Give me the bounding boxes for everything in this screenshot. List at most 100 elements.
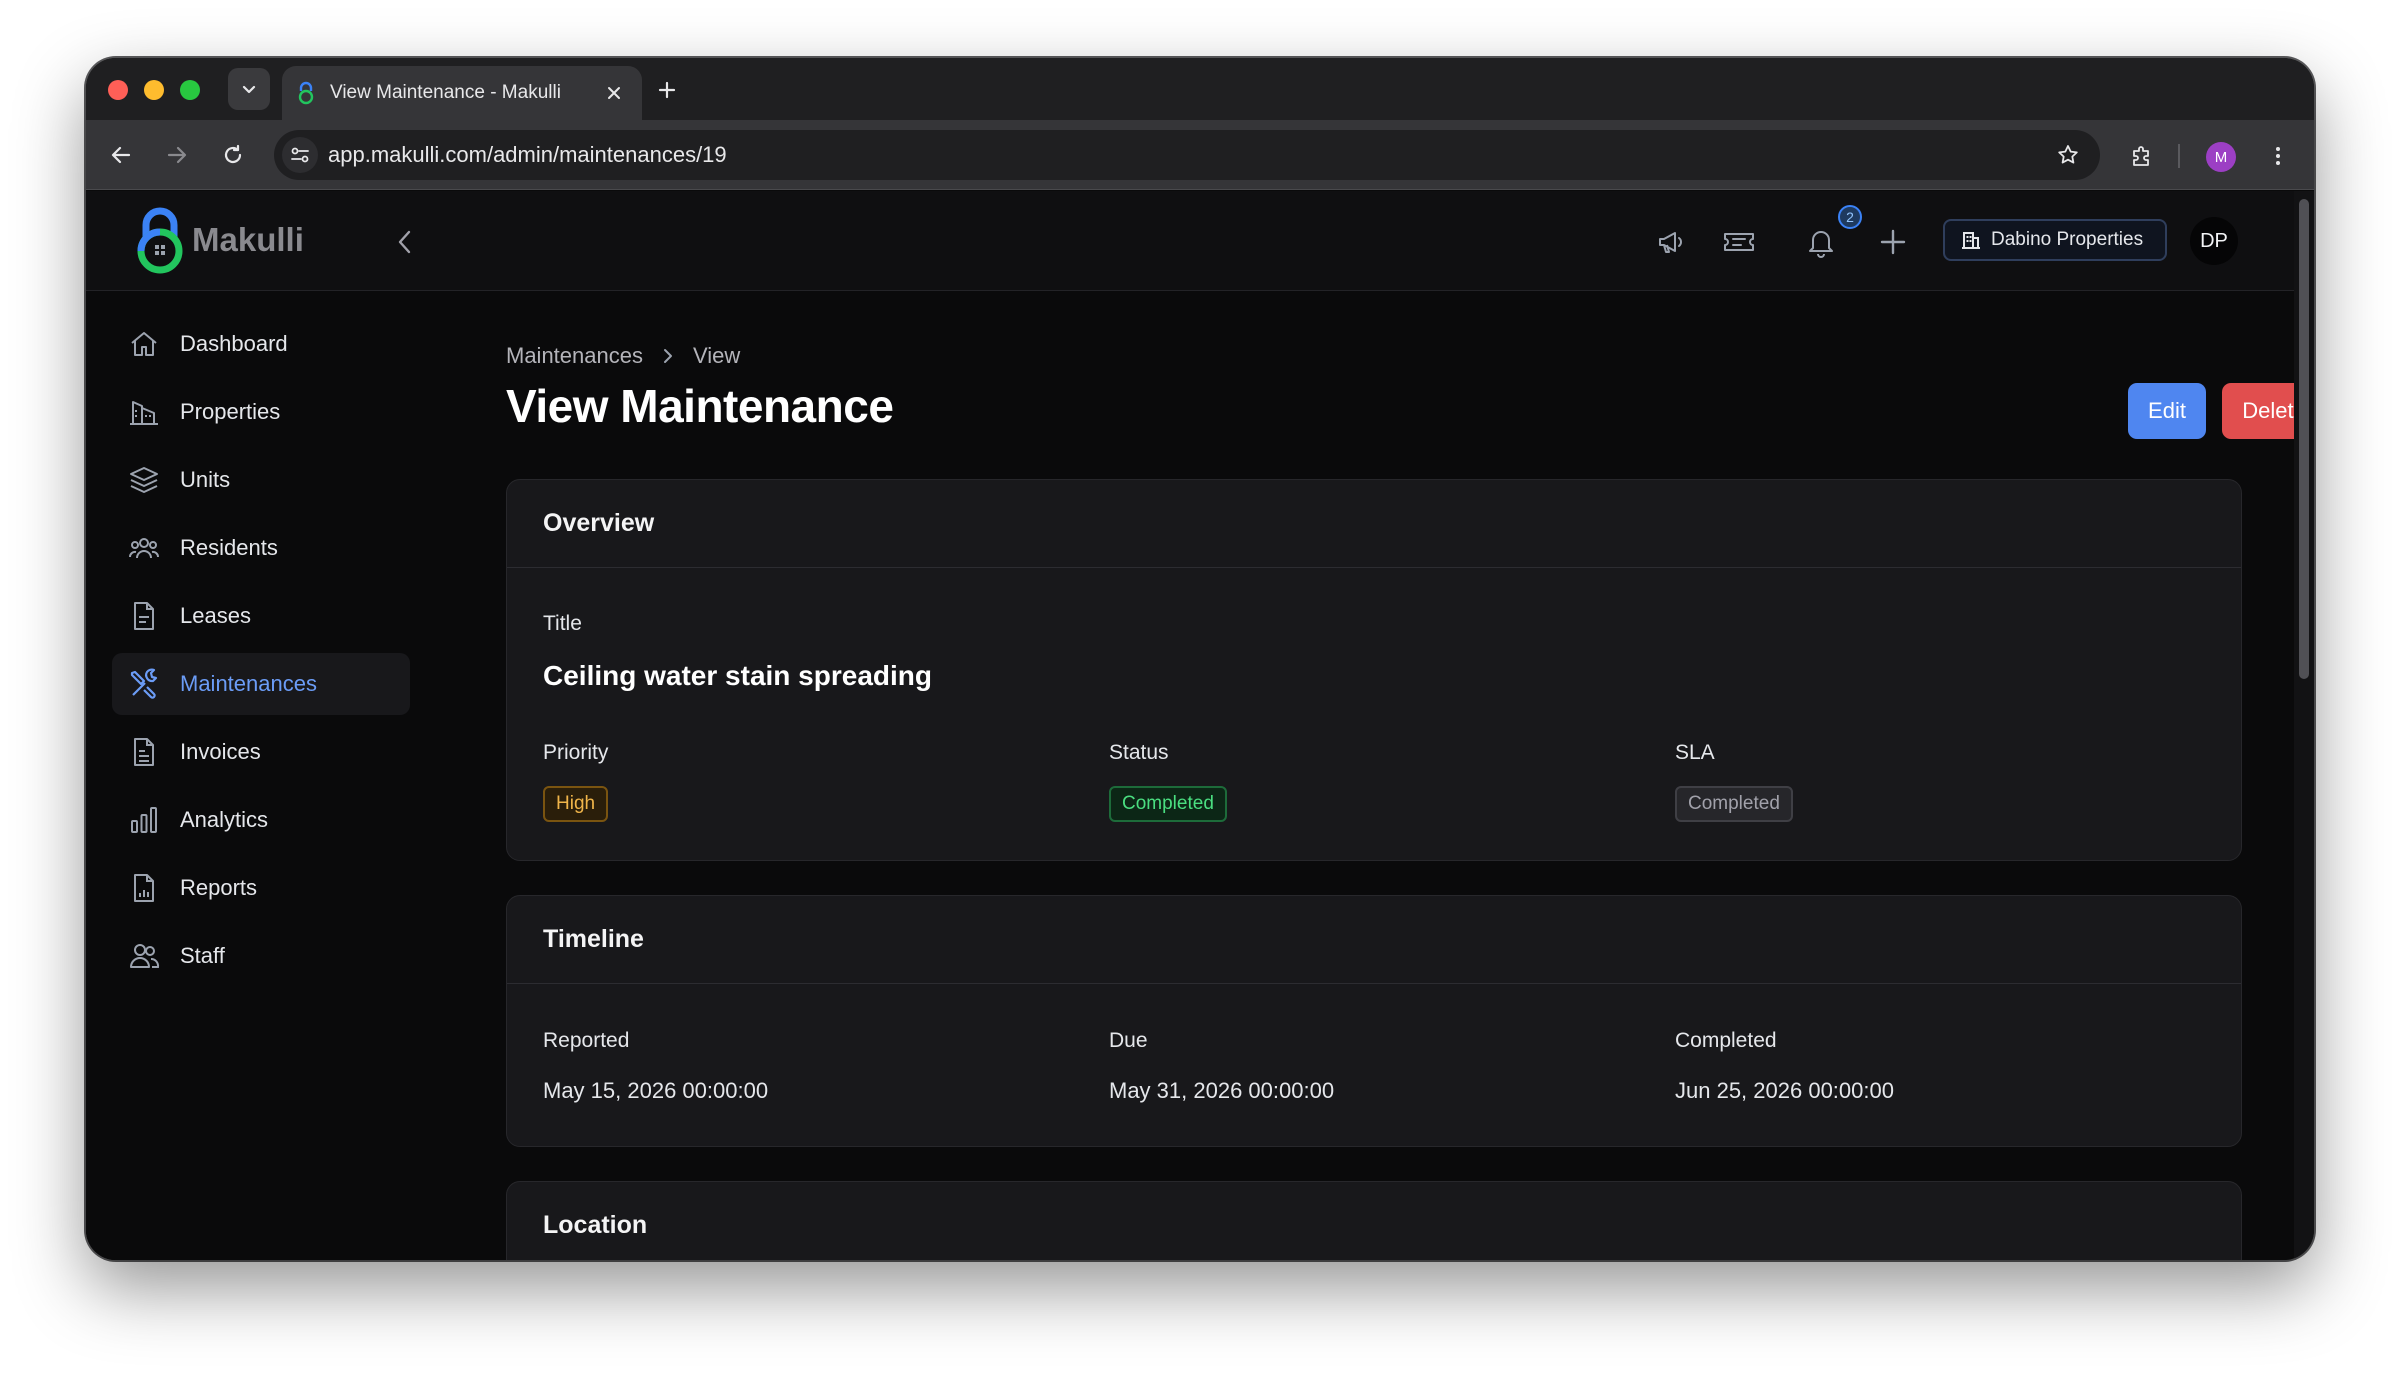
new-tab-button[interactable] [652,75,682,105]
overview-heading: Overview [543,509,655,537]
address-bar[interactable]: app.makulli.com/admin/maintenances/19 [274,130,2100,180]
reload-icon [224,144,242,164]
tab-search-button[interactable] [228,68,270,110]
megaphone-icon [1659,232,1682,253]
plus-icon [658,81,676,99]
report-icon [126,870,162,906]
organization-switcher[interactable]: Dabino Properties [1943,219,2167,261]
sidebar-item-label: Residents [180,535,278,560]
arrow-right-icon [167,146,187,164]
status-badge: Completed [1109,786,1227,822]
collapse-sidebar-button[interactable] [388,225,422,259]
sidebar-item-residents[interactable]: Residents [112,517,410,579]
delete-button[interactable]: Delete [2222,383,2294,439]
forward-button[interactable] [162,140,192,170]
home-icon [126,326,162,362]
location-card: Location [506,1181,2242,1260]
chevron-left-icon [398,230,411,254]
star-icon [2058,145,2078,164]
user-avatar[interactable]: DP [2190,217,2238,265]
building-icon [1962,232,1980,249]
close-window-button[interactable] [108,80,128,100]
sidebar-item-units[interactable]: Units [112,449,410,511]
scrollbar-thumb[interactable] [2299,199,2309,679]
sidebar-item-maintenances[interactable]: Maintenances [112,653,410,715]
browser-toolbar: app.makulli.com/admin/maintenances/19 M [86,120,2314,190]
completed-value: Jun 25, 2026 00:00:00 [1675,1078,1894,1103]
sidebar-item-dashboard[interactable]: Dashboard [112,313,410,375]
sidebar-item-leases[interactable]: Leases [112,585,410,647]
sidebar-item-label: Invoices [180,739,261,764]
due-value: May 31, 2026 00:00:00 [1109,1078,1335,1103]
reported-value: May 15, 2026 00:00:00 [543,1078,769,1103]
announcements-button[interactable] [1652,223,1690,261]
sidebar-item-label: Staff [180,943,225,968]
app-logo[interactable]: Makulli [130,205,304,275]
overview-card: Overview Title Ceiling water stain sprea… [506,479,2242,861]
completed-label: Completed [1675,1029,1777,1052]
site-info-button[interactable] [282,137,318,173]
sidebar: Dashboard Properties Units Residents Lea… [86,291,416,1260]
close-icon [608,87,620,99]
page-title: View Maintenance [506,380,894,432]
tools-icon [126,666,162,702]
location-heading: Location [543,1211,648,1239]
tickets-button[interactable] [1720,223,1758,261]
browser-menu-button[interactable] [2262,140,2294,172]
bar-chart-icon [126,802,162,838]
arrow-left-icon [111,146,131,164]
tab-close-button[interactable] [600,79,628,107]
bookmark-button[interactable] [2048,135,2088,175]
url-text: app.makulli.com/admin/maintenances/19 [328,142,727,167]
timeline-card-header: Timeline [507,896,2241,984]
quick-add-button[interactable] [1874,223,1912,261]
overview-card-header: Overview [507,480,2241,568]
staff-icon [126,938,162,974]
sla-label: SLA [1675,741,1715,764]
bell-icon [1809,231,1833,258]
document-icon [126,598,162,634]
organization-name: Dabino Properties [1991,229,2144,250]
more-vertical-icon [2276,147,2280,165]
makulli-favicon-icon [298,81,314,105]
tab-title: View Maintenance - Makulli [330,82,561,103]
browser-tab-active[interactable]: View Maintenance - Makulli [282,66,642,120]
priority-label: Priority [543,741,609,764]
makulli-logo-icon [137,207,183,274]
chevron-down-icon [242,85,256,94]
browser-profile-button[interactable]: M [2206,142,2236,172]
reload-button[interactable] [218,140,248,170]
breadcrumb-current: View [692,343,741,368]
sidebar-item-invoices[interactable]: Invoices [112,721,410,783]
building-icon [126,394,162,430]
sidebar-item-label: Maintenances [180,671,317,696]
sla-badge: Completed [1675,786,1793,822]
minimize-window-button[interactable] [144,80,164,100]
due-label: Due [1109,1029,1148,1052]
notifications-button[interactable] [1802,223,1840,261]
chevron-right-icon [661,347,675,365]
edit-button[interactable]: Edit [2128,383,2206,439]
sidebar-item-analytics[interactable]: Analytics [112,789,410,851]
browser-window: View Maintenance - Makulli app.makulli.c… [86,58,2314,1260]
priority-badge: High [543,786,609,822]
page-scrollbar[interactable] [2294,191,2314,1260]
breadcrumb-link-maintenances[interactable]: Maintenances [506,343,643,369]
layers-icon [126,462,162,498]
status-label: Status [1109,741,1169,764]
maximize-window-button[interactable] [180,80,200,100]
back-button[interactable] [106,140,136,170]
puzzle-icon [2133,146,2149,166]
logo-text: Makulli [192,221,304,258]
sidebar-item-reports[interactable]: Reports [112,857,410,919]
sidebar-item-label: Properties [180,399,281,424]
extensions-button[interactable] [2126,140,2158,172]
plus-icon [1880,229,1906,255]
sidebar-item-staff[interactable]: Staff [112,925,410,987]
sidebar-item-label: Dashboard [180,331,288,356]
sidebar-item-properties[interactable]: Properties [112,381,410,443]
invoice-icon [126,734,162,770]
users-icon [126,530,162,566]
tune-icon [291,147,309,163]
timeline-heading: Timeline [543,925,644,953]
